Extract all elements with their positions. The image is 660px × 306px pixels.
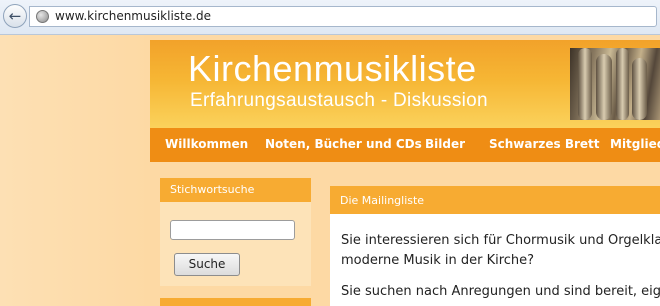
globe-icon bbox=[36, 10, 49, 23]
nav-item-willkommen[interactable]: Willkommen bbox=[165, 137, 248, 151]
nav-item-schwarzes-brett[interactable]: Schwarzes Brett bbox=[489, 137, 600, 151]
intro-line-3: Sie suchen nach Anregungen und sind bere… bbox=[341, 284, 660, 299]
site-subtitle: Erfahrungsaustausch - Diskussion bbox=[190, 90, 488, 111]
intro-line-2: moderne Musik in der Kirche? bbox=[341, 253, 535, 268]
search-input[interactable] bbox=[170, 220, 295, 240]
organ-pipes-photo bbox=[570, 48, 660, 120]
search-button[interactable]: Suche bbox=[174, 253, 240, 276]
browser-toolbar: ← www.kirchenmusikliste.de bbox=[0, 0, 660, 35]
site-title: Kirchenmusikliste bbox=[188, 48, 477, 89]
search-panel-header: Stichwortsuche bbox=[160, 178, 311, 202]
mailinglist-panel: Die Mailingliste Sie interessieren sich … bbox=[330, 186, 660, 306]
back-arrow-icon[interactable]: ← bbox=[3, 4, 27, 28]
site-header: Kirchenmusikliste Erfahrungsaustausch - … bbox=[150, 40, 660, 128]
address-bar[interactable]: www.kirchenmusikliste.de bbox=[29, 6, 657, 27]
main-navigation: Willkommen Noten, Bücher und CDs Bilder … bbox=[150, 128, 660, 162]
intro-line-1: Sie interessieren sich für Chormusik und… bbox=[341, 233, 660, 248]
search-panel: Stichwortsuche Suche bbox=[160, 178, 311, 286]
nav-item-bilder[interactable]: Bilder bbox=[425, 137, 465, 151]
mailinglist-title: Die Mailingliste bbox=[340, 194, 425, 207]
sidebar-next-panel-header bbox=[160, 298, 311, 306]
nav-item-mitglieder[interactable]: Mitglieder bbox=[610, 137, 660, 151]
url-text: www.kirchenmusikliste.de bbox=[55, 9, 211, 23]
search-panel-title: Stichwortsuche bbox=[170, 183, 255, 196]
mailinglist-header: Die Mailingliste bbox=[330, 186, 660, 214]
nav-item-noten[interactable]: Noten, Bücher und CDs bbox=[265, 137, 422, 151]
